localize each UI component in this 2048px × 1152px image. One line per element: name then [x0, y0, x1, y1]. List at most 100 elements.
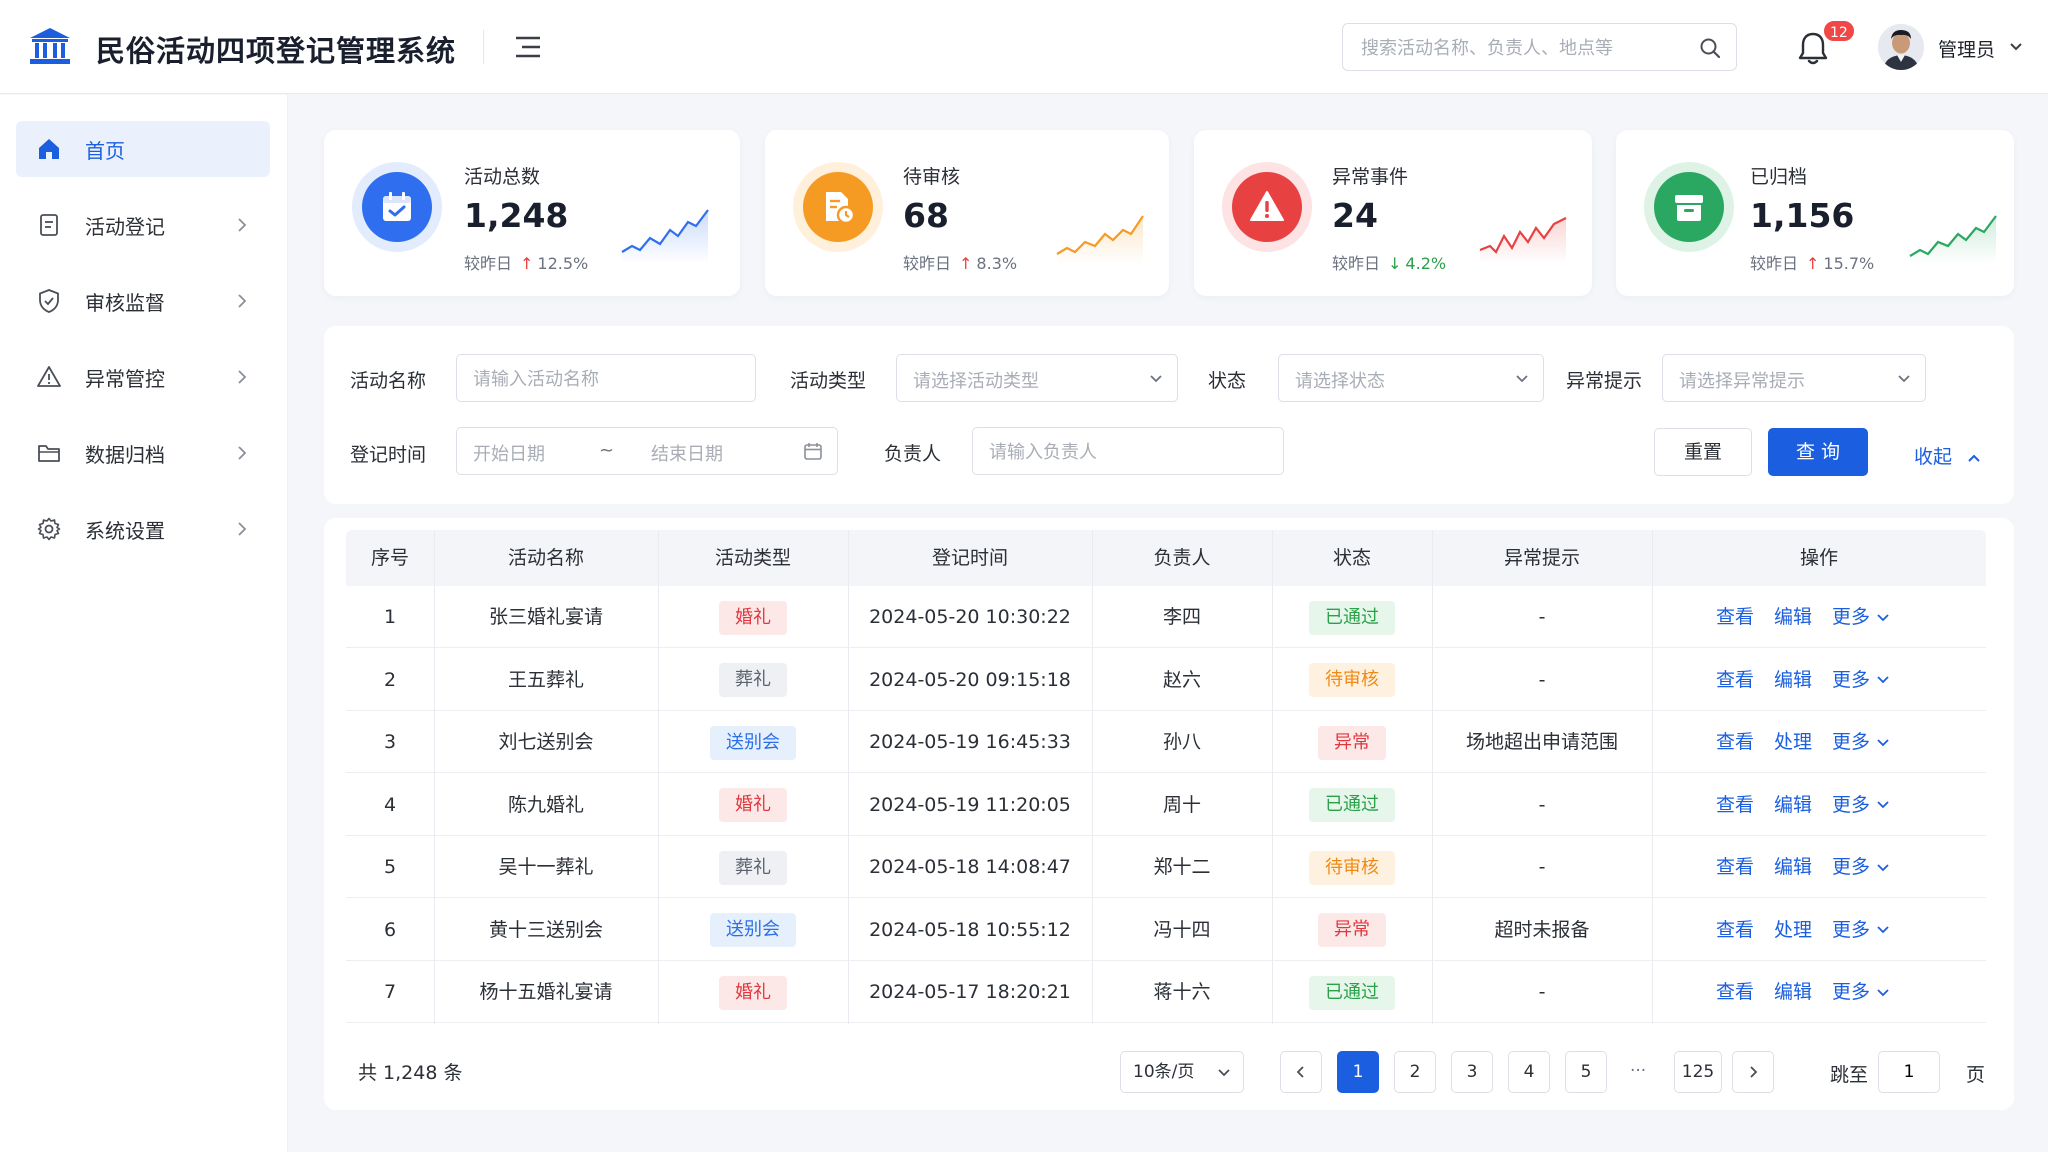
start-date-placeholder[interactable]: 开始日期 [473, 440, 545, 466]
cell-name: 王五葬礼 [507, 668, 584, 691]
column-separator [1092, 530, 1093, 1024]
more-menu[interactable]: 更多 [1832, 711, 1890, 773]
filter-label-time: 登记时间 [350, 444, 427, 466]
query-button[interactable]: 查 询 [1768, 428, 1868, 476]
status-tag: 待审核 [1309, 663, 1395, 697]
avatar[interactable] [1878, 24, 1924, 70]
page-button[interactable]: 2 [1394, 1051, 1436, 1093]
date-range-picker[interactable]: 开始日期 ~ 结束日期 [456, 427, 838, 475]
view-link[interactable]: 查看 [1716, 711, 1754, 773]
cell-alert: 场地超出申请范围 [1465, 731, 1618, 753]
page-button[interactable]: 1 [1337, 1051, 1379, 1093]
cell-alert: - [1538, 668, 1546, 691]
chevron-down-icon [1877, 926, 1889, 934]
stat-card-anomaly[interactable]: 异常事件 24 较昨日 ↓ 4.2% [1194, 130, 1592, 296]
edit-link[interactable]: 编辑 [1774, 649, 1812, 711]
page-button[interactable]: 3 [1451, 1051, 1493, 1093]
view-link-label: 查看 [1716, 668, 1755, 691]
jump-page-field[interactable] [1878, 1051, 1940, 1093]
table-row[interactable]: 6 黄十三送别会 送别会 2024-05-18 10:55:12 冯十四 异常 超时未报备 查… [346, 899, 1986, 961]
view-link[interactable]: 查看 [1716, 586, 1754, 648]
table-row[interactable]: 1 张三婚礼宴请 婚礼 2024-05-20 10:30:22 李四 已通过 - 查看 编辑 更多 [346, 586, 1986, 648]
edit-link[interactable]: 编辑 [1774, 774, 1812, 836]
table-row[interactable]: 4 陈九婚礼 婚礼 2024-05-19 11:20:05 周十 已通过 - 查看 编辑 更多 [346, 774, 1986, 836]
sidebar-item-activity-register[interactable]: 活动登记 [16, 197, 270, 253]
stat-change: 8.3% [976, 254, 1018, 273]
column-header[interactable]: 登记时间 [848, 530, 1092, 586]
view-link[interactable]: 查看 [1716, 774, 1754, 836]
more-menu[interactable]: 更多 [1832, 899, 1890, 961]
stat-card-total[interactable]: 活动总数 1,248 较昨日 ↑ 12.5% [324, 130, 740, 296]
column-header[interactable]: 活动名称 [434, 530, 658, 586]
view-link[interactable]: 查看 [1716, 836, 1754, 898]
search-icon[interactable] [1698, 36, 1722, 60]
activity-type-select[interactable]: 请选择活动类型 [896, 354, 1178, 402]
edit-link[interactable]: 编辑 [1774, 586, 1812, 648]
stat-card-pending[interactable]: 待审核 68 较昨日 ↑ 8.3% [765, 130, 1169, 296]
cell-no: 7 [383, 981, 397, 1003]
chevron-down-icon[interactable] [2008, 40, 2024, 54]
more-menu[interactable]: 更多 [1832, 836, 1890, 898]
more-menu[interactable]: 更多 [1832, 774, 1890, 836]
table-row[interactable]: 7 杨十五婚礼宴请 婚礼 2024-05-17 18:20:21 蒋十六 已通过 - 查看 编辑… [346, 961, 1986, 1023]
owner-field[interactable] [972, 427, 1284, 475]
sidebar-item-home[interactable]: 首页 [16, 121, 270, 177]
reset-button[interactable]: 重置 [1654, 428, 1752, 476]
view-link[interactable]: 查看 [1716, 649, 1754, 711]
edit-link[interactable]: 编辑 [1774, 836, 1812, 898]
column-header[interactable]: 状态 [1272, 530, 1432, 586]
status-tag: 待审核 [1309, 850, 1395, 885]
sidebar-item-archive[interactable]: 数据归档 [16, 425, 270, 481]
user-menu-name[interactable]: 管理员 [1938, 35, 1995, 62]
page-size-select[interactable]: 10条/页 [1120, 1051, 1244, 1093]
stat-card-archived[interactable]: 已归档 1,156 较昨日 ↑ 15.7% [1616, 130, 2014, 296]
app-title: 民俗活动四项登记管理系统 [96, 34, 457, 68]
next-page-button[interactable] [1732, 1051, 1774, 1093]
cell-time: 2024-05-20 09:15:18 [869, 668, 1071, 691]
chevron-down-icon [1877, 676, 1889, 684]
global-search-input[interactable] [1361, 34, 1681, 62]
view-link[interactable]: 查看 [1716, 899, 1754, 961]
page-ellipsis[interactable]: ··· [1630, 1051, 1646, 1093]
collapse-filters-link[interactable]: 收起 [1914, 442, 1982, 469]
chevron-right-icon [238, 370, 247, 384]
global-search[interactable] [1342, 23, 1737, 71]
table-panel: 序号 活动名称 活动类型 登记时间 负责人 状态 异常提示 操作 1 张三婚礼宴请… [324, 518, 2014, 1110]
column-header[interactable]: 序号 [346, 530, 434, 586]
jump-page-input[interactable] [1879, 1052, 1939, 1092]
alert-select[interactable]: 请选择异常提示 [1662, 354, 1926, 402]
more-menu[interactable]: 更多 [1832, 649, 1890, 711]
chevron-right-icon [238, 522, 247, 536]
sidebar-item-review[interactable]: 审核监督 [16, 273, 270, 329]
menu-toggle-icon[interactable] [512, 32, 544, 62]
status-select[interactable]: 请选择状态 [1278, 354, 1544, 402]
activity-name-input[interactable] [473, 366, 743, 392]
page-button[interactable]: 4 [1508, 1051, 1550, 1093]
column-header[interactable]: 异常提示 [1432, 530, 1652, 586]
prev-page-button[interactable] [1280, 1051, 1322, 1093]
activity-name-field[interactable] [456, 354, 756, 402]
sidebar-item-anomaly[interactable]: 异常管控 [16, 349, 270, 405]
more-menu-label: 更多 [1832, 981, 1871, 1003]
column-separator [434, 530, 435, 1024]
page-button-last[interactable]: 125 [1674, 1051, 1722, 1093]
type-tag: 婚礼 [719, 600, 787, 635]
chevron-down-icon [1877, 863, 1889, 871]
column-header[interactable]: 负责人 [1092, 530, 1272, 586]
more-menu[interactable]: 更多 [1832, 961, 1890, 1023]
stat-title: 活动总数 [464, 166, 541, 188]
view-link[interactable]: 查看 [1716, 961, 1754, 1023]
owner-input[interactable] [989, 439, 1269, 465]
cell-time: 2024-05-19 11:20:05 [869, 793, 1071, 816]
more-menu[interactable]: 更多 [1832, 586, 1890, 648]
table-row[interactable]: 3 刘七送别会 送别会 2024-05-19 16:45:33 孙八 异常 场地超出申请范围… [346, 711, 1986, 773]
column-header[interactable]: 活动类型 [658, 530, 848, 586]
handle-link[interactable]: 处理 [1774, 899, 1812, 961]
edit-link[interactable]: 编辑 [1774, 961, 1812, 1023]
end-date-placeholder[interactable]: 结束日期 [651, 440, 723, 466]
table-row[interactable]: 2 王五葬礼 葬礼 2024-05-20 09:15:18 赵六 待审核 - 查看 编辑 更多 [346, 649, 1986, 711]
handle-link[interactable]: 处理 [1774, 711, 1812, 773]
page-button[interactable]: 5 [1565, 1051, 1607, 1093]
table-row[interactable]: 5 吴十一葬礼 葬礼 2024-05-18 14:08:47 郑十二 待审核 - 查看 编辑 更多 [346, 836, 1986, 898]
sidebar-item-settings[interactable]: 系统设置 [16, 501, 270, 557]
